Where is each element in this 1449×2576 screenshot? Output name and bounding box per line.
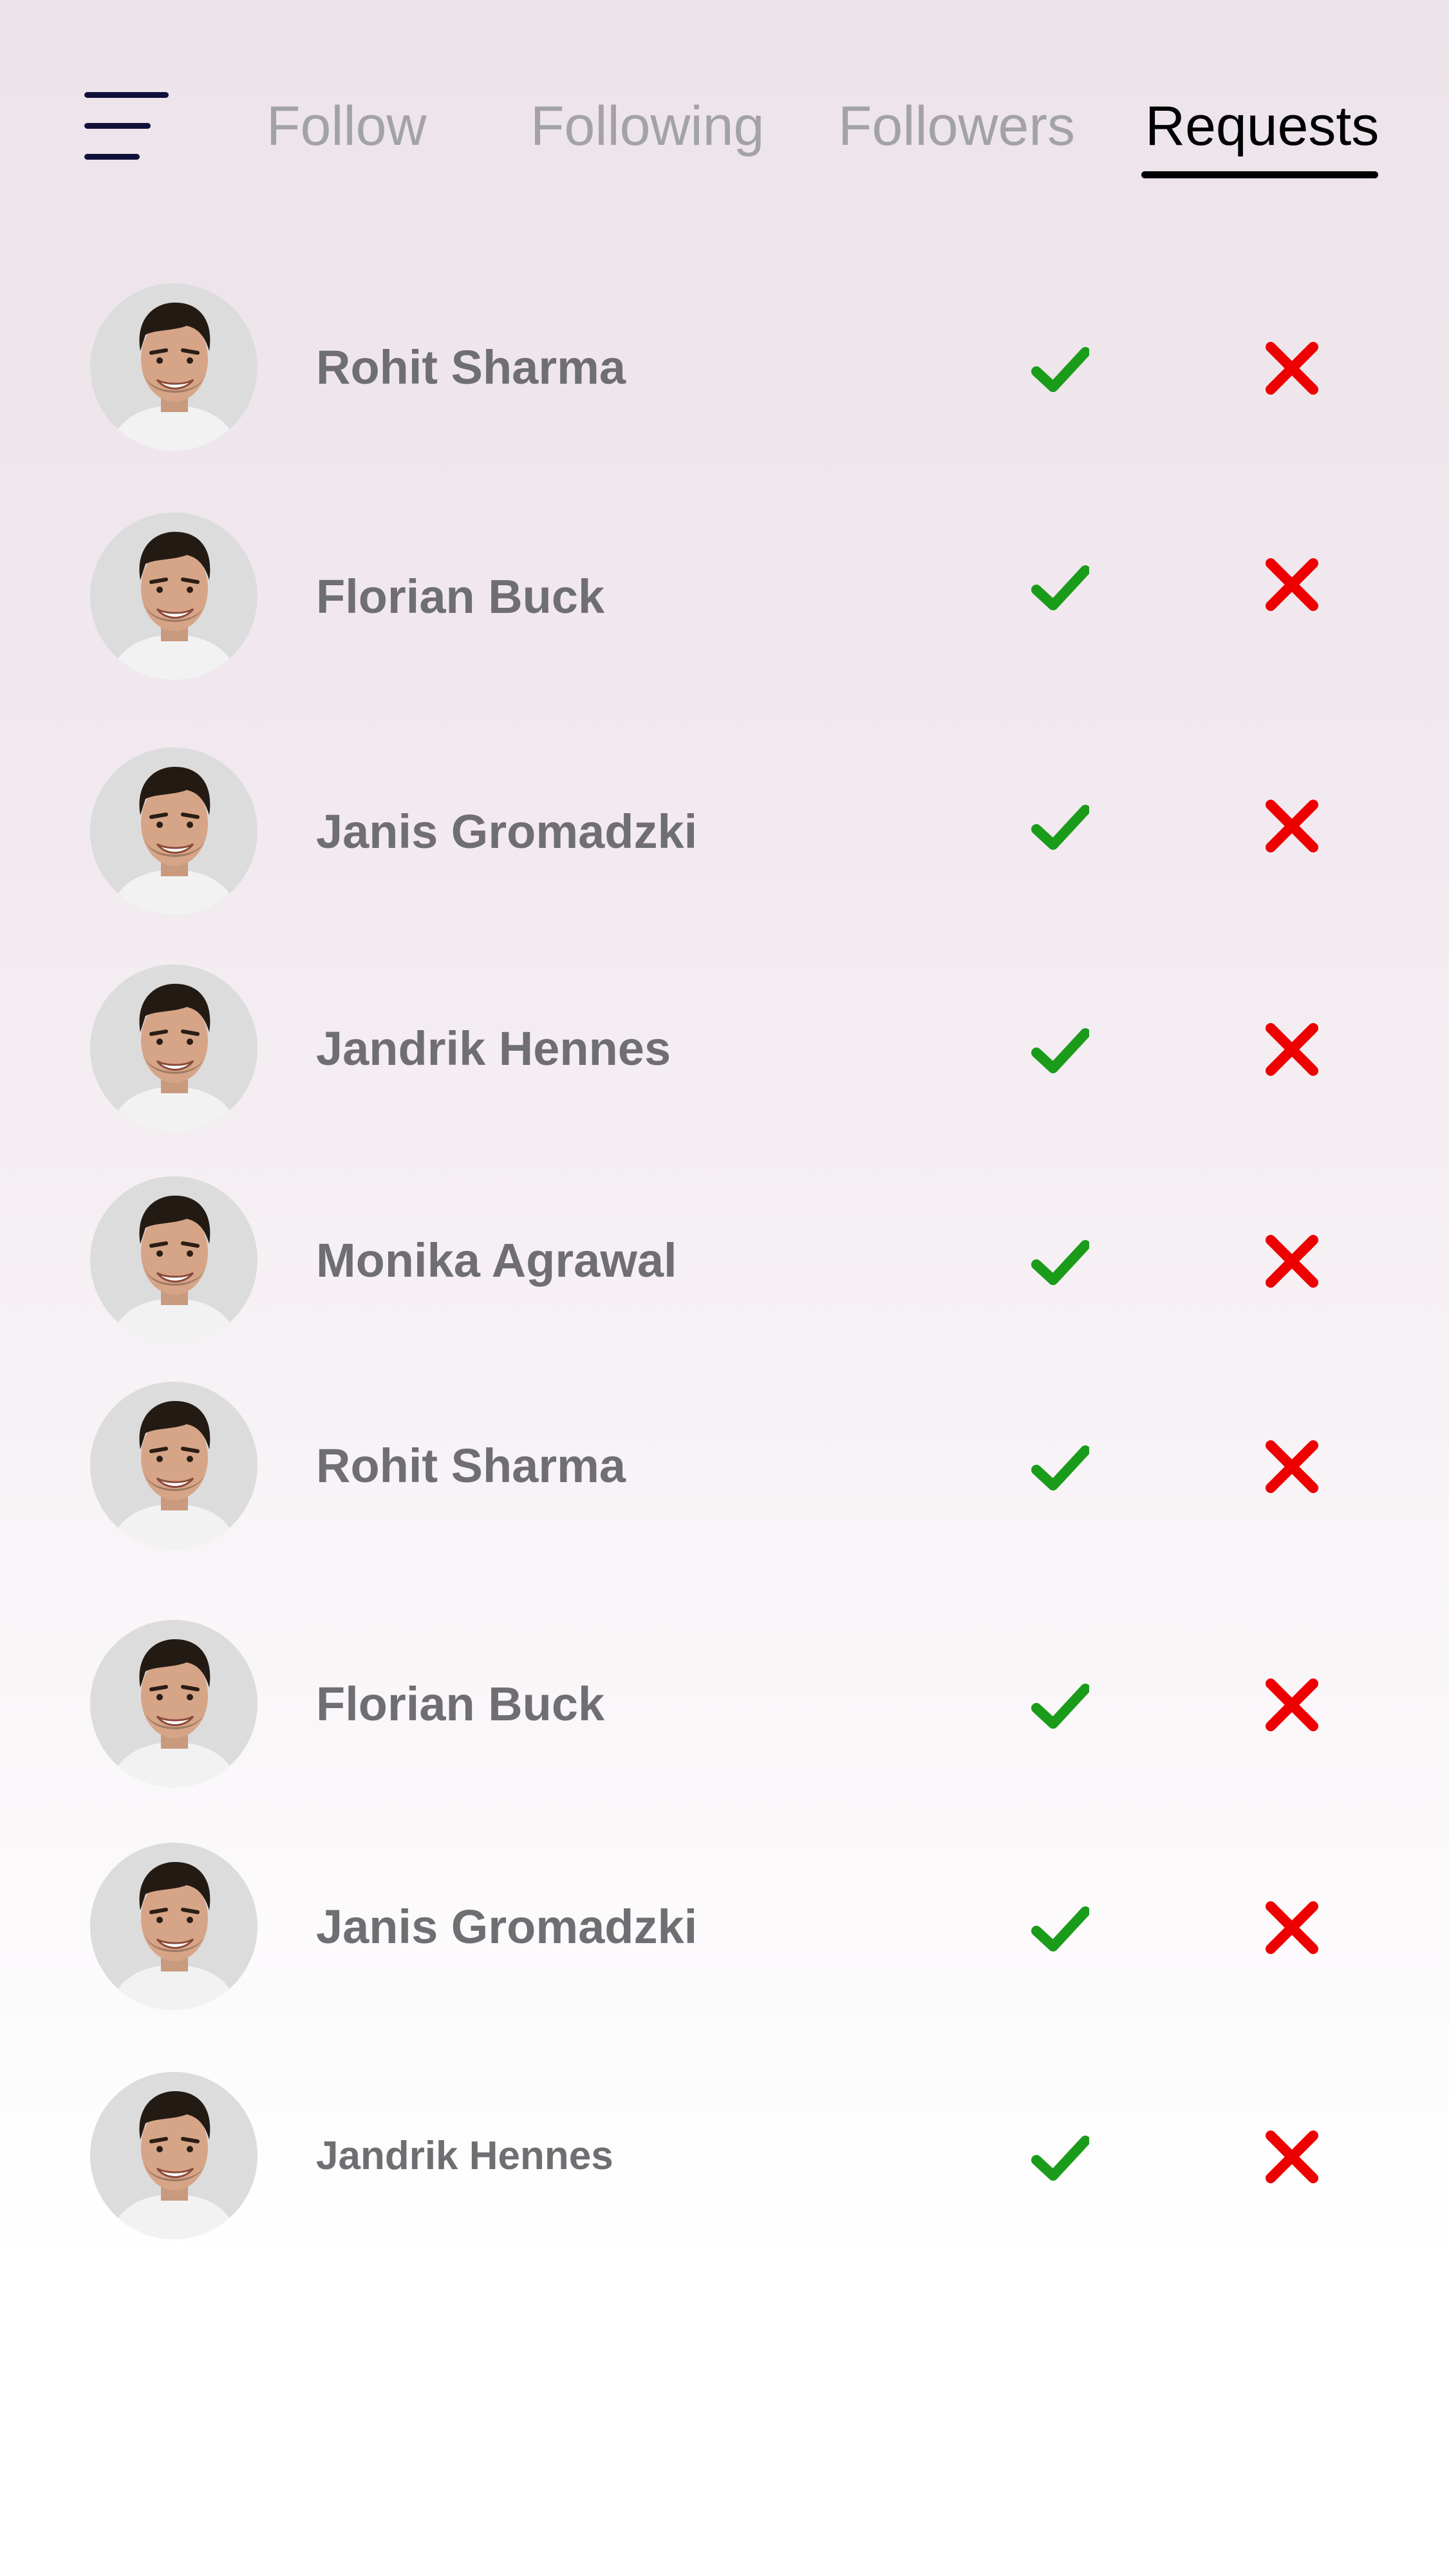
- request-name: Florian Buck: [316, 570, 605, 623]
- checkmark-icon[interactable]: [1031, 1022, 1089, 1080]
- cross-icon[interactable]: [1263, 1232, 1321, 1290]
- request-row: Janis Gromadzki: [0, 1843, 1449, 2010]
- request-name: Rohit Sharma: [316, 341, 626, 394]
- checkmark-icon[interactable]: [1031, 1677, 1089, 1735]
- tab-requests[interactable]: Requests: [1145, 94, 1379, 158]
- request-row: Jandrik Hennes: [0, 964, 1449, 1132]
- cross-icon[interactable]: [1263, 1676, 1321, 1734]
- request-name: Jandrik Hennes: [316, 1022, 671, 1075]
- request-row: Florian Buck: [0, 512, 1449, 680]
- request-name: Monika Agrawal: [316, 1234, 677, 1287]
- tab-follow[interactable]: Follow: [266, 94, 427, 158]
- cross-icon[interactable]: [1263, 556, 1321, 614]
- checkmark-icon[interactable]: [1031, 559, 1089, 617]
- avatar[interactable]: [90, 2072, 257, 2239]
- cross-icon[interactable]: [1263, 2128, 1321, 2186]
- request-name: Florian Buck: [316, 1677, 605, 1731]
- request-row: Rohit Sharma: [0, 1382, 1449, 1549]
- avatar[interactable]: [90, 283, 257, 451]
- request-row: Jandrik Hennes: [0, 2072, 1449, 2239]
- checkmark-icon[interactable]: [1031, 341, 1089, 399]
- avatar[interactable]: [90, 1843, 257, 2010]
- checkmark-icon[interactable]: [1031, 1900, 1089, 1958]
- request-row: Monika Agrawal: [0, 1176, 1449, 1344]
- checkmark-icon[interactable]: [1031, 1439, 1089, 1497]
- active-tab-indicator: [1141, 171, 1378, 178]
- hamburger-menu-icon[interactable]: [84, 92, 169, 162]
- cross-icon[interactable]: [1263, 797, 1321, 855]
- avatar[interactable]: [90, 1382, 257, 1549]
- cross-icon[interactable]: [1263, 1899, 1321, 1957]
- request-row: Florian Buck: [0, 1620, 1449, 1787]
- avatar[interactable]: [90, 747, 257, 915]
- cross-icon[interactable]: [1263, 1438, 1321, 1496]
- request-row: Janis Gromadzki: [0, 747, 1449, 915]
- request-name: Rohit Sharma: [316, 1439, 626, 1492]
- tab-followers[interactable]: Followers: [838, 94, 1075, 158]
- cross-icon[interactable]: [1263, 1020, 1321, 1078]
- checkmark-icon[interactable]: [1031, 798, 1089, 856]
- tab-following[interactable]: Following: [530, 94, 764, 158]
- request-name: Janis Gromadzki: [316, 1900, 698, 1953]
- request-name: Jandrik Hennes: [316, 2134, 613, 2178]
- avatar[interactable]: [90, 1620, 257, 1787]
- avatar[interactable]: [90, 512, 257, 680]
- cross-icon[interactable]: [1263, 339, 1321, 397]
- checkmark-icon[interactable]: [1031, 1234, 1089, 1292]
- request-name: Janis Gromadzki: [316, 805, 698, 858]
- checkmark-icon[interactable]: [1031, 2129, 1089, 2187]
- avatar[interactable]: [90, 1176, 257, 1344]
- request-row: Rohit Sharma: [0, 283, 1449, 451]
- avatar[interactable]: [90, 964, 257, 1132]
